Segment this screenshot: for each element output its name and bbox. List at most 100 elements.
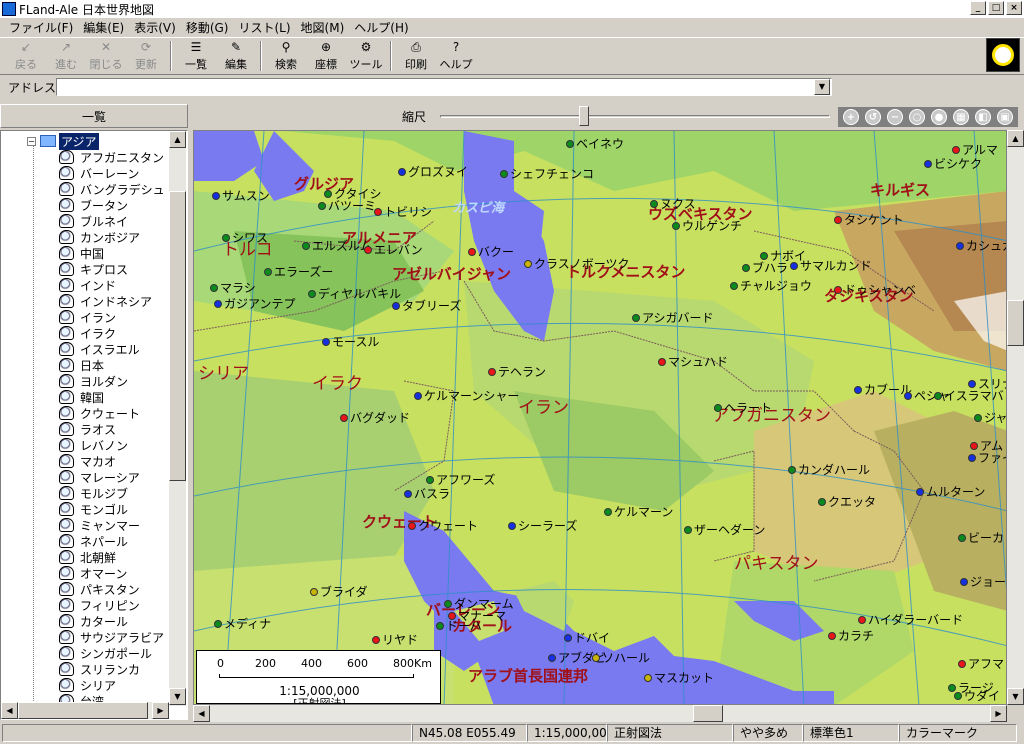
grid-icon[interactable]: ▦ [953, 109, 969, 125]
city-marker[interactable]: マラシ [210, 279, 256, 296]
edit-button[interactable]: ✎ 編集 [216, 39, 256, 73]
ellipse-icon[interactable]: ○ [909, 109, 925, 125]
tree-item[interactable]: スリランカ [59, 661, 165, 677]
city-marker[interactable]: シワス [222, 229, 268, 246]
tree-item[interactable]: モンゴル [59, 501, 165, 517]
tree-item[interactable]: マカオ [59, 453, 165, 469]
search-button[interactable]: ⚲ 検索 [266, 39, 306, 73]
tree-item[interactable]: キプロス [59, 261, 165, 277]
tree-item[interactable]: イラン [59, 309, 165, 325]
tree-item[interactable]: マレーシア [59, 469, 165, 485]
tree-item[interactable]: インド [59, 277, 165, 293]
tree-item[interactable]: イスラエル [59, 341, 165, 357]
country-label[interactable]: キルギス [870, 179, 930, 200]
tree-item[interactable]: カタール [59, 613, 165, 629]
tree-item[interactable]: 韓国 [59, 389, 165, 405]
city-marker[interactable]: ザーヘダーン [684, 521, 765, 538]
scroll-down-button[interactable]: ▼ [169, 688, 186, 705]
maximize-button[interactable]: □ [988, 1, 1004, 15]
city-marker[interactable]: クウェート [408, 517, 478, 534]
tree-item[interactable]: レバノン [59, 437, 165, 453]
tree-item[interactable]: アフガニスタン [59, 149, 165, 165]
tree-item[interactable]: パキスタン [59, 581, 165, 597]
city-marker[interactable]: モースル [322, 333, 379, 350]
print-button[interactable]: ⎙ 印刷 [396, 39, 436, 73]
tree-item[interactable]: 北朝鮮 [59, 549, 165, 565]
menu-file[interactable]: ファイル(F) [4, 19, 78, 36]
menu-view[interactable]: 表示(V) [129, 19, 181, 36]
menu-help[interactable]: ヘルプ(H) [349, 19, 413, 36]
city-marker[interactable]: カンダハール [788, 461, 870, 478]
hscroll-thumb[interactable] [18, 702, 148, 719]
scroll-up-button[interactable]: ▲ [169, 131, 186, 148]
city-marker[interactable]: マスカット [644, 669, 714, 686]
tree-item[interactable]: フィリピン [59, 597, 165, 613]
map-hscroll-thumb[interactable] [693, 705, 723, 722]
tree-item[interactable]: オマーン [59, 565, 165, 581]
city-marker[interactable]: カラチ [828, 627, 874, 644]
collapse-icon[interactable]: − [27, 136, 36, 146]
map-scroll-down-button[interactable]: ▼ [1007, 688, 1024, 705]
country-label[interactable]: アゼルバイジャン [392, 263, 511, 284]
city-marker[interactable]: カシュガ [956, 237, 1006, 254]
city-marker[interactable]: メディナ [214, 615, 271, 632]
tree-item[interactable]: シリア [59, 677, 165, 693]
city-marker[interactable]: エルズルム [302, 237, 372, 254]
forward-button[interactable]: ↗ 進む [46, 39, 86, 73]
country-tree[interactable]: − アジア アフガニスタン バーレーン バングラデシュ ブータン ブルネイ カンボジア 中国… [0, 130, 188, 720]
city-marker[interactable]: バスラ [404, 485, 450, 502]
city-marker[interactable]: エレバン [364, 241, 423, 258]
tree-item[interactable]: ラオス [59, 421, 165, 437]
zoom-in-icon[interactable]: + [843, 109, 859, 125]
city-marker[interactable]: ウダイ [954, 687, 1000, 704]
city-marker[interactable]: サムスン [212, 187, 270, 204]
tree-item[interactable]: ミャンマー [59, 517, 165, 533]
tree-item[interactable]: 日本 [59, 357, 165, 373]
menu-go[interactable]: 移動(G) [181, 19, 234, 36]
layers-icon[interactable]: ◧ [975, 109, 991, 125]
city-marker[interactable]: バツーミ [318, 197, 376, 214]
country-label[interactable]: パキスタン [734, 549, 819, 574]
city-marker[interactable]: エラーズー [264, 263, 333, 280]
city-marker[interactable]: ブハラ [742, 259, 788, 276]
tree-item[interactable]: ネパール [59, 533, 165, 549]
scroll-right-button[interactable]: ▶ [152, 702, 169, 719]
city-marker[interactable]: クエッタ [818, 493, 876, 510]
tree-item[interactable]: サウジアラビア [59, 629, 165, 645]
city-marker[interactable]: ケルマーン [604, 503, 673, 520]
country-label[interactable]: イラク [312, 369, 363, 394]
city-marker[interactable]: ガジアンテプ [214, 295, 296, 312]
city-marker[interactable]: クラスノボーツク [524, 255, 630, 272]
city-marker[interactable]: ウルゲンチ [672, 217, 742, 234]
city-marker[interactable]: ディヤルバキル [308, 285, 401, 302]
city-marker[interactable]: ケルマーンシャー [414, 387, 519, 404]
city-marker[interactable]: スリナ [968, 375, 1006, 392]
address-input[interactable] [56, 78, 832, 96]
tree-item[interactable]: イラク [59, 325, 165, 341]
city-marker[interactable]: ファイサラ [968, 449, 1006, 466]
city-marker[interactable]: タシケント [834, 211, 904, 228]
map-vertical-scrollbar[interactable]: ▲ ▼ [1007, 130, 1024, 705]
rotate-icon[interactable]: ↺ [865, 109, 881, 125]
zoom-out-icon[interactable]: − [887, 109, 903, 125]
city-marker[interactable]: バクー [468, 243, 514, 260]
tree-item[interactable]: バングラデシュ [59, 181, 165, 197]
city-marker[interactable]: バグダッド [340, 409, 410, 426]
country-label[interactable]: シリア [198, 359, 249, 384]
city-marker[interactable]: マシュハド [658, 353, 728, 370]
tree-root-asia[interactable]: − アジア [27, 132, 99, 150]
menu-edit[interactable]: 編集(E) [78, 19, 129, 36]
scale-slider-track[interactable] [440, 115, 830, 118]
city-marker[interactable]: ドバイ [564, 629, 610, 646]
city-marker[interactable]: ジャ [974, 409, 1006, 426]
city-marker[interactable]: ビーカ [958, 529, 1004, 546]
city-marker[interactable]: リヤド [372, 631, 418, 648]
city-marker[interactable]: ブライダ [310, 583, 368, 600]
city-marker[interactable]: トビリシ [374, 203, 432, 220]
city-marker[interactable]: ヌクス [650, 195, 696, 212]
person-icon[interactable]: ● [931, 109, 947, 125]
city-marker[interactable]: アルマ [952, 141, 998, 158]
city-marker[interactable]: シーラーズ [508, 517, 577, 534]
city-marker[interactable]: テヘラン [488, 363, 546, 380]
tree-item[interactable]: ヨルダン [59, 373, 165, 389]
